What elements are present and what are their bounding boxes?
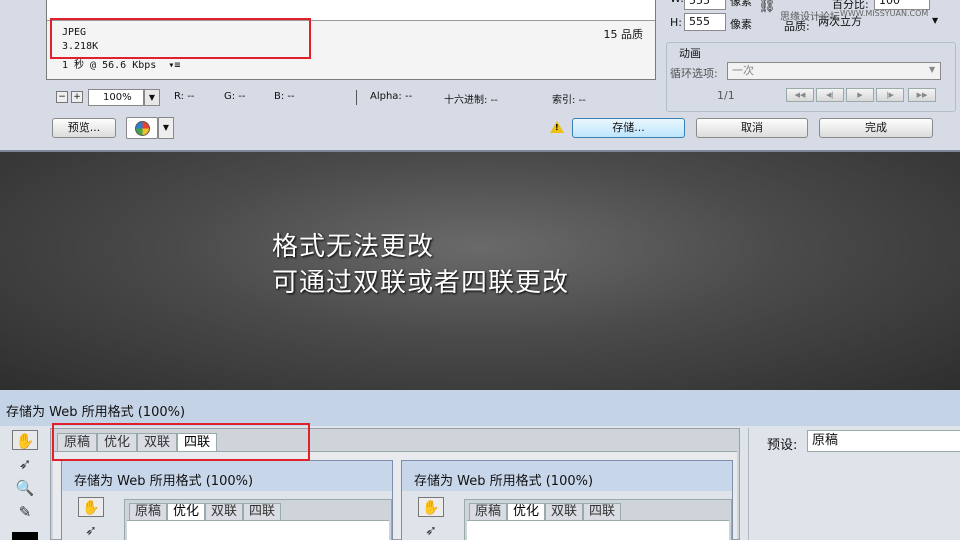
- dialog-title: 存储为 Web 所用格式 (100%): [6, 405, 186, 420]
- zoom-in-button[interactable]: +: [71, 91, 83, 103]
- width-field[interactable]: 555: [684, 0, 726, 10]
- tab-original[interactable]: 原稿: [129, 503, 168, 520]
- zoom-tool-icon[interactable]: 🔍: [12, 478, 38, 498]
- preview-pane-1-canvas[interactable]: [127, 520, 389, 540]
- preview-pane-1: 存储为 Web 所用格式 (100%) ✋ ➶ 原稿 优化 双联 四联: [61, 460, 393, 540]
- download-time-value: 1 秒 @ 56.6 Kbps: [62, 60, 157, 71]
- eyedropper-color-swatch[interactable]: [12, 532, 38, 540]
- loop-options-label: 循环选项:: [670, 67, 718, 80]
- zoom-out-button[interactable]: −: [56, 91, 68, 103]
- quality-text: 15 品质: [603, 28, 644, 41]
- loop-options-select[interactable]: 一次: [727, 62, 941, 80]
- caption-line-1: 格式无法更改: [272, 232, 435, 262]
- preview-pane-1-title: 存储为 Web 所用格式 (100%): [74, 474, 254, 489]
- format-highlight-box: [50, 18, 311, 59]
- width-label: W:: [670, 0, 684, 5]
- height-label: H:: [670, 16, 682, 29]
- preview-pane-2: 存储为 Web 所用格式 (100%) ✋ ➶ 原稿 优化 双联 四联: [401, 460, 733, 540]
- tab-2-up[interactable]: 双联: [545, 503, 584, 520]
- preview-button[interactable]: 预览...: [52, 118, 116, 138]
- preview-pane-2-tabs: 原稿 优化 双联 四联: [464, 499, 732, 540]
- tab-original[interactable]: 原稿: [469, 503, 508, 520]
- view-content: 存储为 Web 所用格式 (100%) ✋ ➶ 原稿 优化 双联 四联 存储为: [53, 451, 737, 540]
- red-readout: R: --: [174, 91, 195, 102]
- site-watermark-url: WWW.MISSYUAN.COM: [840, 9, 929, 18]
- statusbar-divider: [356, 90, 357, 105]
- save-for-web-dialog: 存储为 Web 所用格式 (100%) ✋ ➶ 🔍 ✎ 原稿 优化 双联 四联 …: [0, 390, 960, 540]
- tab-2-up[interactable]: 双联: [205, 503, 244, 520]
- preview-pane-1-tab-row: 原稿 优化 双联 四联: [129, 503, 282, 520]
- tool-column: ✋ ➶ 🔍 ✎: [8, 428, 44, 540]
- caption-panel: 格式无法更改 可通过双联或者四联更改: [0, 152, 960, 390]
- next-frame-icon[interactable]: |▶: [876, 88, 904, 102]
- animation-title: 动画: [679, 47, 701, 60]
- height-unit-label: 像素: [730, 18, 752, 31]
- hand-tool-icon[interactable]: ✋: [418, 497, 444, 517]
- eyedropper-tool-icon[interactable]: ✎: [12, 502, 38, 522]
- tab-4-up[interactable]: 四联: [243, 503, 282, 520]
- preview-pane-2-tab-row: 原稿 优化 双联 四联: [469, 503, 622, 520]
- tab-4-up[interactable]: 四联: [583, 503, 622, 520]
- browser-preview-button[interactable]: [126, 117, 158, 139]
- constrain-link-icon[interactable]: ⛓: [758, 0, 776, 14]
- top-dialog: JPEG 3.218K 1 秒 @ 56.6 Kbps ▾≡ 15 品质 − +…: [0, 0, 960, 152]
- green-readout: G: --: [224, 91, 246, 102]
- tab-optimized[interactable]: 优化: [507, 503, 546, 520]
- slice-select-tool-icon[interactable]: ➶: [12, 454, 38, 474]
- caption-line-2: 可通过双联或者四联更改: [272, 268, 570, 298]
- site-watermark: 思缘设计论坛: [780, 12, 840, 23]
- preview-pane-1-tabs: 原稿 优化 双联 四联: [124, 499, 392, 540]
- blue-readout: B: --: [274, 91, 295, 102]
- hand-tool-icon[interactable]: ✋: [78, 497, 104, 517]
- quality-dropdown-arrow-icon[interactable]: ▼: [932, 16, 938, 25]
- previous-frame-icon[interactable]: ◀|: [816, 88, 844, 102]
- index-readout: 索引: --: [552, 95, 586, 106]
- last-frame-icon[interactable]: ▶▶: [908, 88, 936, 102]
- preview-pane-2-title: 存储为 Web 所用格式 (100%): [414, 474, 594, 489]
- status-bar: − + 100% ▼ R: -- G: -- B: -- Alpha: -- 十…: [46, 88, 656, 108]
- preview-pane-2-canvas[interactable]: [467, 520, 729, 540]
- download-time-menu-icon[interactable]: ▾≡: [168, 60, 180, 71]
- height-field[interactable]: 555: [684, 13, 726, 31]
- frame-counter: 1/1: [717, 89, 735, 102]
- loop-dropdown-arrow-icon[interactable]: ▼: [929, 65, 935, 74]
- tabs-highlight-box: [52, 423, 310, 461]
- browser-globe-icon: [135, 121, 150, 136]
- hex-readout: 十六进制: --: [444, 95, 498, 106]
- tab-optimized[interactable]: 优化: [167, 503, 206, 520]
- alpha-readout: Alpha: --: [370, 91, 413, 102]
- slice-select-tool-icon[interactable]: ➶: [418, 521, 444, 540]
- preset-label: 预设:: [767, 438, 798, 453]
- first-frame-icon[interactable]: ◀◀: [786, 88, 814, 102]
- hand-tool-icon[interactable]: ✋: [12, 430, 38, 450]
- preset-panel: 预设: 原稿: [748, 428, 960, 540]
- zoom-level-field[interactable]: 100%: [88, 89, 144, 106]
- width-unit-label: 像素: [730, 0, 752, 8]
- play-icon[interactable]: ▶: [846, 88, 874, 102]
- slice-select-tool-icon[interactable]: ➶: [78, 521, 104, 540]
- zoom-dropdown-arrow-icon[interactable]: ▼: [144, 89, 160, 106]
- browser-dropdown-arrow-icon[interactable]: ▼: [158, 117, 174, 139]
- warning-icon: !: [550, 121, 564, 133]
- preset-select[interactable]: 原稿: [807, 430, 960, 452]
